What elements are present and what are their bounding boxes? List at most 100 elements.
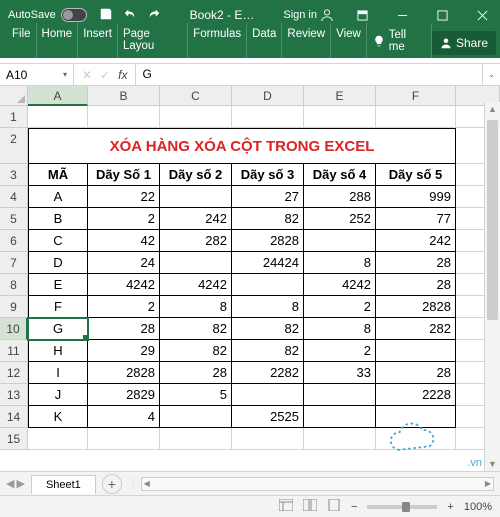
cell[interactable]: 2828 — [376, 296, 456, 318]
signin-button[interactable]: Sign in — [283, 8, 334, 22]
column-header[interactable]: D — [232, 86, 304, 106]
cancel-icon[interactable]: ✕ — [82, 68, 92, 82]
cell[interactable]: 2 — [304, 340, 376, 362]
cell[interactable] — [160, 406, 232, 428]
save-icon[interactable] — [99, 7, 113, 24]
column-header[interactable]: F — [376, 86, 456, 106]
row-header[interactable]: 5 — [0, 208, 28, 230]
cell[interactable]: I — [28, 362, 88, 384]
cell[interactable]: 82 — [232, 208, 304, 230]
ribbon-tab-data[interactable]: Data — [247, 23, 282, 58]
cell[interactable]: K — [28, 406, 88, 428]
cell[interactable] — [304, 428, 376, 450]
cell[interactable]: F — [28, 296, 88, 318]
cell[interactable]: 42 — [88, 230, 160, 252]
view-layout-icon[interactable] — [303, 499, 317, 514]
cell[interactable]: 82 — [232, 340, 304, 362]
row-header[interactable]: 1 — [0, 106, 28, 128]
view-normal-icon[interactable] — [279, 499, 293, 514]
row-header[interactable]: 9 — [0, 296, 28, 318]
cell[interactable]: 4242 — [88, 274, 160, 296]
cell[interactable]: 2228 — [376, 384, 456, 406]
cell[interactable] — [88, 428, 160, 450]
cell[interactable] — [28, 428, 88, 450]
worksheet-grid[interactable]: ABCDEF 12XÓA HÀNG XÓA CỘT TRONG EXCEL3MÃ… — [0, 86, 500, 450]
zoom-in-button[interactable]: + — [447, 501, 453, 513]
cell[interactable]: D — [28, 252, 88, 274]
cell[interactable]: MÃ — [28, 164, 88, 186]
cell[interactable]: E — [28, 274, 88, 296]
cell[interactable]: 2525 — [232, 406, 304, 428]
cell[interactable]: 27 — [232, 186, 304, 208]
select-all-corner[interactable] — [0, 86, 28, 106]
formula-input[interactable]: G — [136, 64, 482, 85]
column-header[interactable]: B — [88, 86, 160, 106]
cell[interactable]: B — [28, 208, 88, 230]
cell[interactable]: C — [28, 230, 88, 252]
cell[interactable]: 2 — [88, 208, 160, 230]
cell[interactable]: 288 — [304, 186, 376, 208]
sheet-tab[interactable]: Sheet1 — [31, 475, 96, 494]
cell[interactable]: Dãy số 4 — [304, 164, 376, 186]
row-header[interactable]: 8 — [0, 274, 28, 296]
row-header[interactable]: 7 — [0, 252, 28, 274]
row-header[interactable]: 15 — [0, 428, 28, 450]
cell[interactable]: 2828 — [232, 230, 304, 252]
ribbon-tab-insert[interactable]: Insert — [78, 23, 118, 58]
cell[interactable]: 28 — [376, 252, 456, 274]
row-header[interactable]: 4 — [0, 186, 28, 208]
cell[interactable]: Dãy Số 1 — [88, 164, 160, 186]
row-header[interactable]: 14 — [0, 406, 28, 428]
cell[interactable]: 22 — [88, 186, 160, 208]
title-cell[interactable]: XÓA HÀNG XÓA CỘT TRONG EXCEL — [28, 128, 456, 164]
cell[interactable]: 82 — [160, 318, 232, 340]
new-sheet-button[interactable]: + — [102, 474, 122, 494]
cell[interactable]: 82 — [232, 318, 304, 340]
cell[interactable]: A — [28, 186, 88, 208]
row-header[interactable]: 10 — [0, 318, 28, 340]
cell[interactable] — [160, 186, 232, 208]
cell[interactable]: 82 — [160, 340, 232, 362]
cell[interactable]: Dãy số 3 — [232, 164, 304, 186]
cell[interactable] — [304, 384, 376, 406]
cell[interactable] — [232, 384, 304, 406]
cell[interactable]: 24424 — [232, 252, 304, 274]
ribbon-tab-view[interactable]: View — [331, 23, 367, 58]
zoom-level[interactable]: 100% — [464, 501, 492, 513]
cell[interactable] — [160, 428, 232, 450]
cell[interactable] — [376, 406, 456, 428]
cell[interactable]: 282 — [160, 230, 232, 252]
cell[interactable] — [376, 340, 456, 362]
column-header[interactable]: C — [160, 86, 232, 106]
row-header[interactable]: 6 — [0, 230, 28, 252]
ribbon-tab-formulas[interactable]: Formulas — [188, 23, 247, 58]
name-box[interactable]: A10 — [0, 64, 74, 85]
cell[interactable]: 2829 — [88, 384, 160, 406]
cell[interactable] — [304, 230, 376, 252]
vertical-scrollbar[interactable] — [484, 102, 500, 471]
cell[interactable]: 28 — [376, 362, 456, 384]
cell[interactable]: 8 — [160, 296, 232, 318]
sheet-nav[interactable]: ◀▶ — [0, 477, 31, 490]
cell[interactable]: J — [28, 384, 88, 406]
autosave-toggle[interactable]: AutoSave — [0, 8, 87, 22]
cell[interactable] — [232, 428, 304, 450]
cell[interactable]: Dãy số 5 — [376, 164, 456, 186]
cell[interactable]: 8 — [232, 296, 304, 318]
column-header[interactable]: A — [28, 86, 88, 106]
cell[interactable]: 28 — [160, 362, 232, 384]
cell[interactable]: 2828 — [88, 362, 160, 384]
cell[interactable]: 28 — [88, 318, 160, 340]
redo-icon[interactable] — [147, 7, 161, 24]
cell[interactable]: 2 — [88, 296, 160, 318]
cell[interactable] — [376, 106, 456, 128]
cell[interactable]: 8 — [304, 252, 376, 274]
cell[interactable] — [88, 106, 160, 128]
cell[interactable] — [28, 106, 88, 128]
cell[interactable]: 33 — [304, 362, 376, 384]
cell[interactable]: 252 — [304, 208, 376, 230]
cell[interactable] — [232, 274, 304, 296]
row-header[interactable]: 12 — [0, 362, 28, 384]
tellme-button[interactable]: Tell me — [367, 24, 432, 58]
horizontal-scrollbar[interactable] — [141, 477, 494, 491]
